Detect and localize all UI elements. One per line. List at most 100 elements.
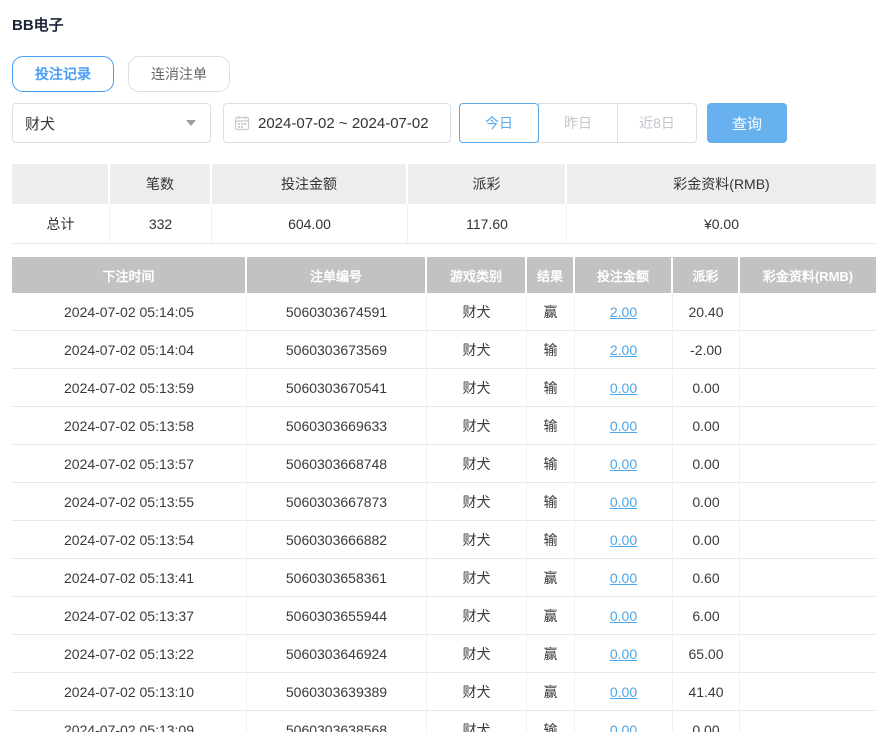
column-header: 投注金额 <box>575 257 673 293</box>
table-row: 2024-07-02 05:13:59 5060303670541 财犬 输 0… <box>12 369 876 407</box>
result-cell: 赢 <box>527 635 575 673</box>
order-number-cell: 5060303646924 <box>247 635 427 673</box>
game-category-cell: 财犬 <box>427 445 527 483</box>
game-category-cell: 财犬 <box>427 597 527 635</box>
column-header: 彩金资料(RMB) <box>740 257 876 293</box>
payout-cell: 0.00 <box>673 369 740 407</box>
table-row: 2024-07-02 05:13:58 5060303669633 财犬 输 0… <box>12 407 876 445</box>
game-select-value: 财犬 <box>25 115 56 133</box>
order-number-cell: 5060303667873 <box>247 483 427 521</box>
date-range-input[interactable]: 2024-07-02 ~ 2024-07-02 <box>223 103 451 143</box>
bet-amount-link[interactable]: 0.00 <box>610 722 637 732</box>
summary-count: 332 <box>110 204 212 244</box>
bet-amount-link[interactable]: 2.00 <box>610 304 637 320</box>
table-row: 2024-07-02 05:13:57 5060303668748 财犬 输 0… <box>12 445 876 483</box>
payout-cell: 0.00 <box>673 711 740 732</box>
payout-cell: 0.00 <box>673 445 740 483</box>
result-cell: 输 <box>527 483 575 521</box>
game-category-cell: 财犬 <box>427 521 527 559</box>
bet-amount-link[interactable]: 2.00 <box>610 342 637 358</box>
chevron-down-icon <box>186 120 196 126</box>
order-number-cell: 5060303670541 <box>247 369 427 407</box>
records-table: 下注时间 注单编号 游戏类别 结果 投注金额 派彩 彩金资料(RMB) 2024-07-02… <box>12 257 876 732</box>
bet-amount-link[interactable]: 0.00 <box>610 646 637 662</box>
bet-amount-link[interactable]: 0.00 <box>610 456 637 472</box>
order-number-cell: 5060303669633 <box>247 407 427 445</box>
bonus-cell <box>740 369 876 407</box>
bonus-cell <box>740 711 876 732</box>
game-category-cell: 财犬 <box>427 559 527 597</box>
result-cell: 输 <box>527 711 575 732</box>
payout-cell: 6.00 <box>673 597 740 635</box>
bonus-cell <box>740 331 876 369</box>
table-row: 2024-07-02 05:13:55 5060303667873 财犬 输 0… <box>12 483 876 521</box>
order-number-cell: 5060303638568 <box>247 711 427 732</box>
payout-cell: 65.00 <box>673 635 740 673</box>
bet-time-cell: 2024-07-02 05:13:37 <box>12 597 247 635</box>
result-cell: 赢 <box>527 293 575 331</box>
filter-bar: 财犬 2024-07-02 ~ 2024-07-02 今日 昨日 近8日 查询 <box>12 103 871 143</box>
result-cell: 输 <box>527 369 575 407</box>
column-header: 投注金额 <box>212 164 408 204</box>
game-category-cell: 财犬 <box>427 673 527 711</box>
date-range-value: 2024-07-02 ~ 2024-07-02 <box>258 114 429 132</box>
tab-betting-records[interactable]: 投注记录 <box>12 56 114 92</box>
bet-time-cell: 2024-07-02 05:13:10 <box>12 673 247 711</box>
bet-amount-link[interactable]: 0.00 <box>610 418 637 434</box>
calendar-icon <box>234 115 250 131</box>
table-row: 2024-07-02 05:13:09 5060303638568 财犬 输 0… <box>12 711 876 732</box>
bet-amount-link[interactable]: 0.00 <box>610 494 637 510</box>
quick-range-today[interactable]: 今日 <box>459 103 539 143</box>
bet-amount-link[interactable]: 0.00 <box>610 532 637 548</box>
table-row: 2024-07-02 05:13:37 5060303655944 财犬 赢 0… <box>12 597 876 635</box>
game-category-cell: 财犬 <box>427 483 527 521</box>
quick-range-yesterday[interactable]: 昨日 <box>538 103 618 143</box>
summary-bonus: ¥0.00 <box>567 204 876 244</box>
bet-time-cell: 2024-07-02 05:14:05 <box>12 293 247 331</box>
bonus-cell <box>740 293 876 331</box>
bonus-cell <box>740 407 876 445</box>
column-header: 注单编号 <box>247 257 427 293</box>
result-cell: 输 <box>527 331 575 369</box>
bet-amount-link[interactable]: 0.00 <box>610 380 637 396</box>
bet-time-cell: 2024-07-02 05:13:54 <box>12 521 247 559</box>
order-number-cell: 5060303666882 <box>247 521 427 559</box>
column-header: 结果 <box>527 257 575 293</box>
result-cell: 赢 <box>527 559 575 597</box>
result-cell: 赢 <box>527 673 575 711</box>
payout-cell: -2.00 <box>673 331 740 369</box>
payout-cell: 41.40 <box>673 673 740 711</box>
bonus-cell <box>740 635 876 673</box>
table-row: 2024-07-02 05:13:22 5060303646924 财犬 赢 0… <box>12 635 876 673</box>
summary-total-label: 总计 <box>12 204 110 244</box>
summary-header-row: 笔数 投注金额 派彩 彩金资料(RMB) <box>12 164 876 204</box>
game-select[interactable]: 财犬 <box>12 103 211 143</box>
bet-amount-link[interactable]: 0.00 <box>610 570 637 586</box>
payout-cell: 0.00 <box>673 521 740 559</box>
bet-time-cell: 2024-07-02 05:13:09 <box>12 711 247 732</box>
query-button[interactable]: 查询 <box>707 103 787 143</box>
tab-cancelled-orders[interactable]: 连消注单 <box>128 56 230 92</box>
order-number-cell: 5060303674591 <box>247 293 427 331</box>
bet-amount-link[interactable]: 0.00 <box>610 684 637 700</box>
bet-amount-link[interactable]: 0.00 <box>610 608 637 624</box>
bet-time-cell: 2024-07-02 05:13:55 <box>12 483 247 521</box>
result-cell: 输 <box>527 407 575 445</box>
quick-range-last8days[interactable]: 近8日 <box>617 103 697 143</box>
bet-time-cell: 2024-07-02 05:13:22 <box>12 635 247 673</box>
quick-range-group: 今日 昨日 近8日 <box>459 103 697 143</box>
game-category-cell: 财犬 <box>427 407 527 445</box>
result-cell: 赢 <box>527 597 575 635</box>
column-header: 笔数 <box>110 164 212 204</box>
game-category-cell: 财犬 <box>427 711 527 732</box>
column-header: 游戏类别 <box>427 257 527 293</box>
order-number-cell: 5060303658361 <box>247 559 427 597</box>
bet-time-cell: 2024-07-02 05:13:58 <box>12 407 247 445</box>
bonus-cell <box>740 673 876 711</box>
table-row: 2024-07-02 05:14:04 5060303673569 财犬 输 2… <box>12 331 876 369</box>
bet-time-cell: 2024-07-02 05:13:41 <box>12 559 247 597</box>
summary-payout: 117.60 <box>408 204 567 244</box>
page-title: BB电子 <box>12 17 64 34</box>
column-header <box>12 164 110 204</box>
column-header: 派彩 <box>408 164 567 204</box>
